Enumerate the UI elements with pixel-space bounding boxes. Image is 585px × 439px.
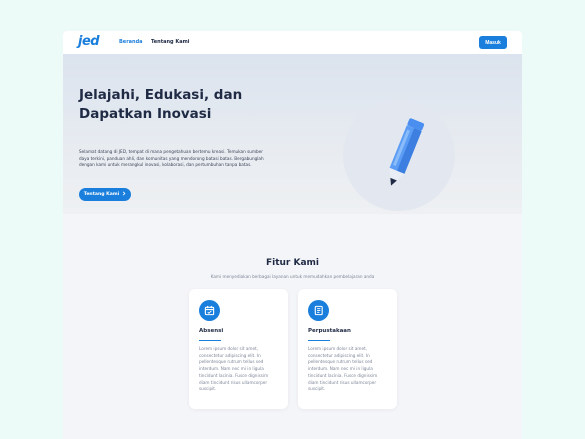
login-button[interactable]: Masuk xyxy=(479,36,507,49)
browser-viewport: Jed Beranda Tentang Kami Masuk Jelajahi,… xyxy=(63,31,522,439)
logo[interactable]: Jed xyxy=(78,34,100,49)
card-text: Lorem ipsum dolor sit amet, consectetur … xyxy=(199,346,269,392)
hero-title: Jelajahi, Edukasi, dan Dapatkan Inovasi xyxy=(79,87,243,122)
card-text: Lorem ipsum dolor sit amet, consectetur … xyxy=(308,346,378,392)
book-icon xyxy=(308,300,329,321)
card-divider xyxy=(199,340,221,341)
features-title: Fitur Kami xyxy=(265,258,320,268)
about-button[interactable]: Tentang Kami xyxy=(79,188,131,201)
hero-section: Jelajahi, Edukasi, dan Dapatkan Inovasi … xyxy=(63,54,522,214)
card-title: Perpustakaan xyxy=(308,328,351,334)
feature-card-perpustakaan[interactable]: Perpustakaan Lorem ipsum dolor sit amet,… xyxy=(298,289,397,409)
navbar: Jed Beranda Tentang Kami Masuk xyxy=(63,31,522,54)
card-divider xyxy=(308,340,330,341)
card-title: Absensi xyxy=(199,328,224,334)
calendar-check-icon xyxy=(199,300,220,321)
feature-card-absensi[interactable]: Absensi Lorem ipsum dolor sit amet, cons… xyxy=(189,289,288,409)
pencil-icon xyxy=(389,118,425,186)
hero-description: Selamat datang di JED, tempat di mana pe… xyxy=(79,149,264,168)
about-button-label: Tentang Kami xyxy=(83,192,120,197)
features-subtitle: Kami menyediakan berbagai layanan untuk … xyxy=(210,274,375,279)
nav-link-tentang-kami[interactable]: Tentang Kami xyxy=(151,39,190,45)
nav-link-beranda[interactable]: Beranda xyxy=(119,39,143,45)
chevron-right-icon xyxy=(122,191,126,198)
